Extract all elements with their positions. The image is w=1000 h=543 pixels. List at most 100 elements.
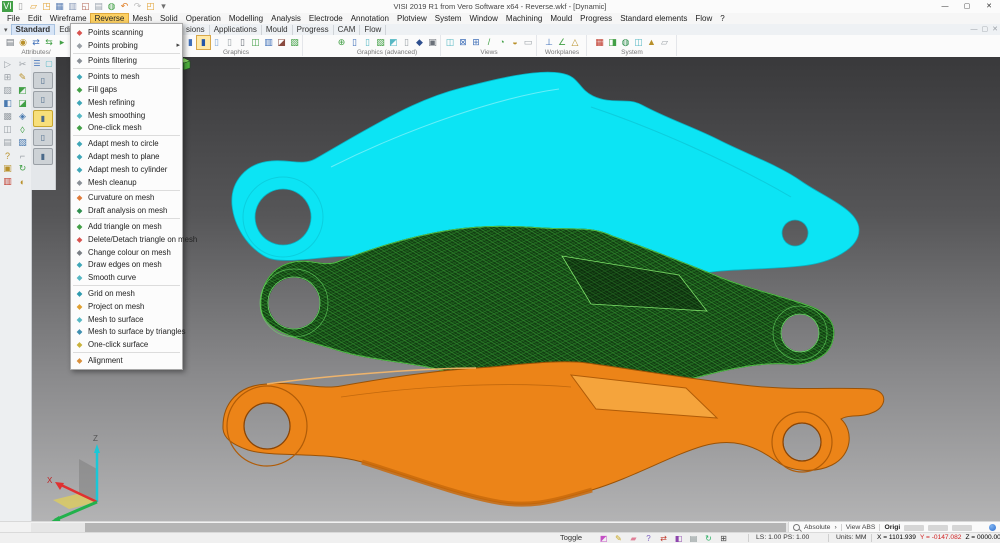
toolbar-icon[interactable]: ▲ bbox=[645, 36, 658, 49]
left-tool-icon[interactable]: ↻ bbox=[15, 162, 30, 175]
toolbar-icon[interactable]: ◪ bbox=[275, 36, 288, 49]
horizontal-scrollbar[interactable] bbox=[31, 523, 788, 532]
menu-item[interactable]: ◆ Mesh to surface by triangles bbox=[71, 326, 182, 339]
toolbar-icon[interactable]: ▮ bbox=[197, 36, 210, 49]
menu-bar-item[interactable]: Analysis bbox=[267, 14, 305, 24]
vero-sphere-icon[interactable] bbox=[989, 524, 996, 531]
ribbon-tab[interactable]: sions bbox=[182, 25, 210, 35]
toolbar-icon[interactable]: ◫ bbox=[249, 36, 262, 49]
child-restore-button[interactable]: ▢ bbox=[982, 25, 989, 35]
menu-item[interactable]: ◆ Adapt mesh to cylinder bbox=[71, 163, 182, 176]
toolbar-icon[interactable]: ▯ bbox=[236, 36, 249, 49]
toolbar-icon[interactable]: ▯ bbox=[223, 36, 236, 49]
absolute-chevron-icon[interactable]: › bbox=[834, 524, 836, 531]
left-tool-icon[interactable]: ⌐ bbox=[15, 149, 30, 162]
menu-item[interactable]: ◆ Mesh to surface bbox=[71, 313, 182, 326]
menu-bar-item[interactable]: Flow bbox=[691, 14, 716, 24]
menu-item[interactable]: ◆ Mesh refining bbox=[71, 96, 182, 109]
left-tool-icon[interactable]: ▩ bbox=[0, 110, 15, 123]
left-tool-icon[interactable]: ▤ bbox=[0, 136, 15, 149]
menu-bar-item[interactable]: Annotation bbox=[347, 14, 393, 24]
redo-icon[interactable]: ↷ bbox=[132, 1, 143, 12]
toolbar-icon[interactable]: ◉ bbox=[17, 36, 30, 49]
menu-item[interactable]: ◆ Fill gaps bbox=[71, 83, 182, 96]
menu-item[interactable]: ◆ Project on mesh bbox=[71, 300, 182, 313]
toolbar-icon[interactable]: ◫ bbox=[632, 36, 645, 49]
menu-bar-item[interactable]: Plotview bbox=[393, 14, 431, 24]
menu-item[interactable]: ◆ Add triangle on mesh bbox=[71, 220, 182, 233]
menu-item[interactable]: ◆ Points to mesh bbox=[71, 70, 182, 83]
menu-bar-item[interactable]: Electrode bbox=[305, 14, 347, 24]
left-tool-icon[interactable]: ◐ bbox=[15, 175, 30, 188]
menu-item[interactable]: ◆ Points filtering bbox=[71, 55, 182, 68]
toolbar-icon[interactable]: ▯ bbox=[210, 36, 223, 49]
close-button[interactable]: ✕ bbox=[978, 0, 1000, 13]
toolbar-icon[interactable]: ◔ bbox=[496, 36, 509, 49]
menu-item[interactable]: ◆ Mesh smoothing bbox=[71, 109, 182, 122]
menu-item[interactable]: ◆ Adapt mesh to plane bbox=[71, 150, 182, 163]
toolbar-icon[interactable]: ∠ bbox=[556, 36, 569, 49]
menu-bar-item[interactable]: Operation bbox=[182, 14, 225, 24]
menu-item[interactable]: ◆ Draw edges on mesh bbox=[71, 259, 182, 272]
left-tool-icon[interactable]: ◧ bbox=[0, 97, 15, 110]
menu-item[interactable]: ◆ Change colour on mesh bbox=[71, 246, 182, 259]
menu-bar-item[interactable]: Machining bbox=[502, 14, 546, 24]
left-tool-icon[interactable]: ✂ bbox=[15, 58, 30, 71]
tab-overflow-icon[interactable]: ▾ bbox=[1, 26, 11, 34]
menu-item[interactable]: ◆ Adapt mesh to circle bbox=[71, 137, 182, 150]
layer-button[interactable]: ▯ bbox=[33, 72, 53, 89]
absolute-mode-label[interactable]: Absolute bbox=[804, 524, 830, 531]
toolbar-icon[interactable]: ◆ bbox=[413, 36, 426, 49]
menu-item[interactable]: ◆ Alignment bbox=[71, 354, 182, 367]
left-tool-icon[interactable]: ▧ bbox=[15, 136, 30, 149]
left-tool-icon[interactable]: ◩ bbox=[15, 84, 30, 97]
publish-web-icon[interactable]: ◍ bbox=[106, 1, 117, 12]
screen-icon[interactable]: ▢ bbox=[44, 58, 54, 68]
menu-item[interactable]: ◆ Mesh cleanup bbox=[71, 176, 182, 189]
toolbar-icon[interactable]: ▯ bbox=[400, 36, 413, 49]
toolbar-icon[interactable]: ◒ bbox=[509, 36, 522, 49]
visi-logo[interactable]: VI bbox=[2, 1, 13, 12]
left-tool-icon[interactable]: ▥ bbox=[0, 175, 15, 188]
menu-bar-item[interactable]: Modelling bbox=[225, 14, 267, 24]
menu-item[interactable]: ◆ Delete/Detach triangle on mesh bbox=[71, 233, 182, 246]
left-tool-icon[interactable]: ✎ bbox=[15, 71, 30, 84]
import-file-icon[interactable]: ◳ bbox=[41, 1, 52, 12]
menu-item[interactable]: ◆ One-click mesh bbox=[71, 122, 182, 135]
toolbar-icon[interactable]: ⊠ bbox=[457, 36, 470, 49]
undo-icon[interactable]: ↶ bbox=[119, 1, 130, 12]
menu-item[interactable]: ◆ Draft analysis on mesh bbox=[71, 204, 182, 217]
toolbar-icon[interactable]: ▧ bbox=[288, 36, 301, 49]
minimize-button[interactable]: — bbox=[934, 0, 956, 13]
ribbon-tab[interactable]: Standard bbox=[11, 24, 56, 36]
toolbar-icon[interactable]: ⇄ bbox=[30, 36, 43, 49]
menu-item[interactable]: ◆ Points scanning bbox=[71, 26, 182, 39]
toolbar-icon[interactable]: ▣ bbox=[426, 36, 439, 49]
menu-bar-item[interactable]: Mesh bbox=[128, 14, 156, 24]
toolbar-icon[interactable]: ▧ bbox=[374, 36, 387, 49]
menu-bar-item[interactable]: Wireframe bbox=[46, 14, 91, 24]
toolbar-icon[interactable]: ◨ bbox=[606, 36, 619, 49]
ribbon-tab[interactable]: Progress bbox=[293, 25, 334, 35]
menu-bar-item[interactable]: Solid bbox=[156, 14, 182, 24]
left-tool-icon[interactable]: ◈ bbox=[15, 110, 30, 123]
toolbar-icon[interactable]: ◩ bbox=[387, 36, 400, 49]
print-icon[interactable]: ▤ bbox=[93, 1, 104, 12]
magnifier-icon[interactable] bbox=[793, 524, 800, 531]
layer-button[interactable]: ▯ bbox=[33, 129, 53, 146]
export-icon[interactable]: ◱ bbox=[80, 1, 91, 12]
open-recent-icon[interactable]: ◰ bbox=[145, 1, 156, 12]
layer-list-icon[interactable]: ☰ bbox=[32, 58, 42, 68]
toolbar-icon[interactable]: ⊥ bbox=[543, 36, 556, 49]
menu-bar-item[interactable]: System bbox=[431, 14, 466, 24]
menu-item[interactable]: ◆ Smooth curve bbox=[71, 271, 182, 284]
toolbar-icon[interactable]: ▸ bbox=[56, 36, 69, 49]
toolbar-icon[interactable]: ⊕ bbox=[335, 36, 348, 49]
save-icon[interactable]: ▦ bbox=[54, 1, 65, 12]
menu-bar-item[interactable]: Progress bbox=[576, 14, 616, 24]
left-tool-icon[interactable]: ▷ bbox=[0, 58, 15, 71]
toolbar-icon[interactable]: ▯ bbox=[348, 36, 361, 49]
toolbar-icon[interactable]: ⊞ bbox=[470, 36, 483, 49]
left-tool-icon[interactable]: ◊ bbox=[15, 123, 30, 136]
toolbar-icon[interactable]: ▯ bbox=[361, 36, 374, 49]
